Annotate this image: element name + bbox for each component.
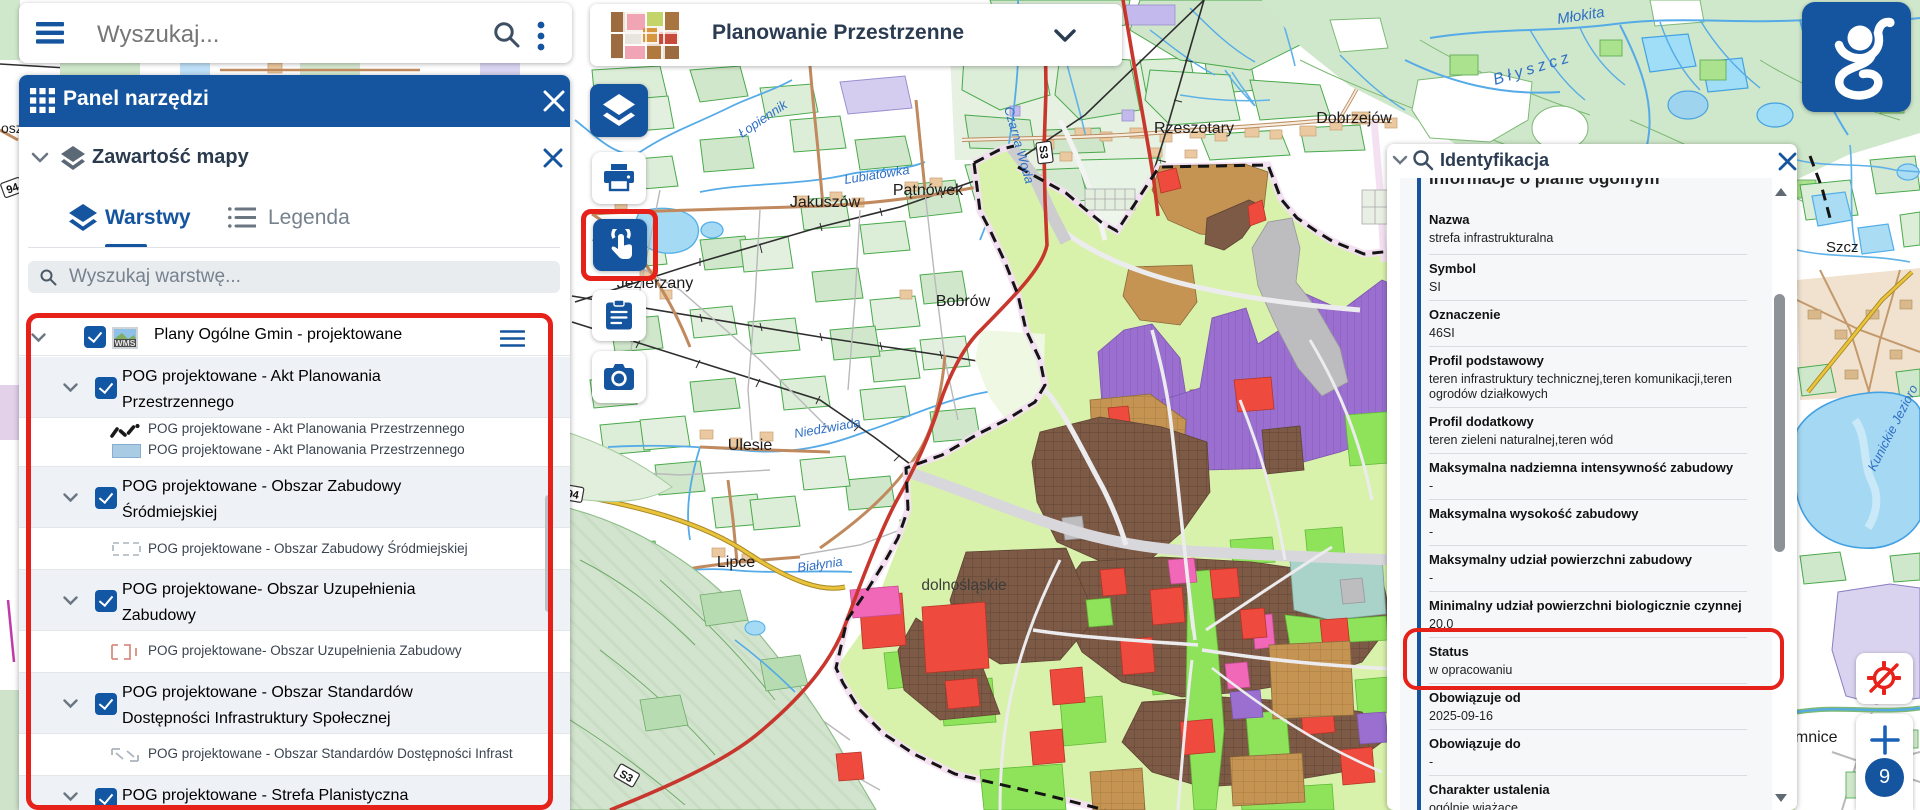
svg-text:Bobrów: Bobrów: [936, 293, 991, 310]
svg-text:Rzeszotary: Rzeszotary: [1154, 120, 1234, 137]
svg-text:Dobrzejów: Dobrzejów: [1316, 110, 1392, 127]
svg-text:Lipce: Lipce: [717, 554, 755, 571]
svg-text:Jakuszów: Jakuszów: [790, 194, 861, 211]
svg-text:Ulesie: Ulesie: [728, 437, 773, 454]
svg-text:Pątnówek: Pątnówek: [893, 182, 964, 199]
svg-text:Szcz: Szcz: [1826, 239, 1859, 256]
svg-text:dolnośląskie: dolnośląskie: [921, 577, 1006, 594]
svg-text:S3: S3: [1036, 145, 1050, 160]
